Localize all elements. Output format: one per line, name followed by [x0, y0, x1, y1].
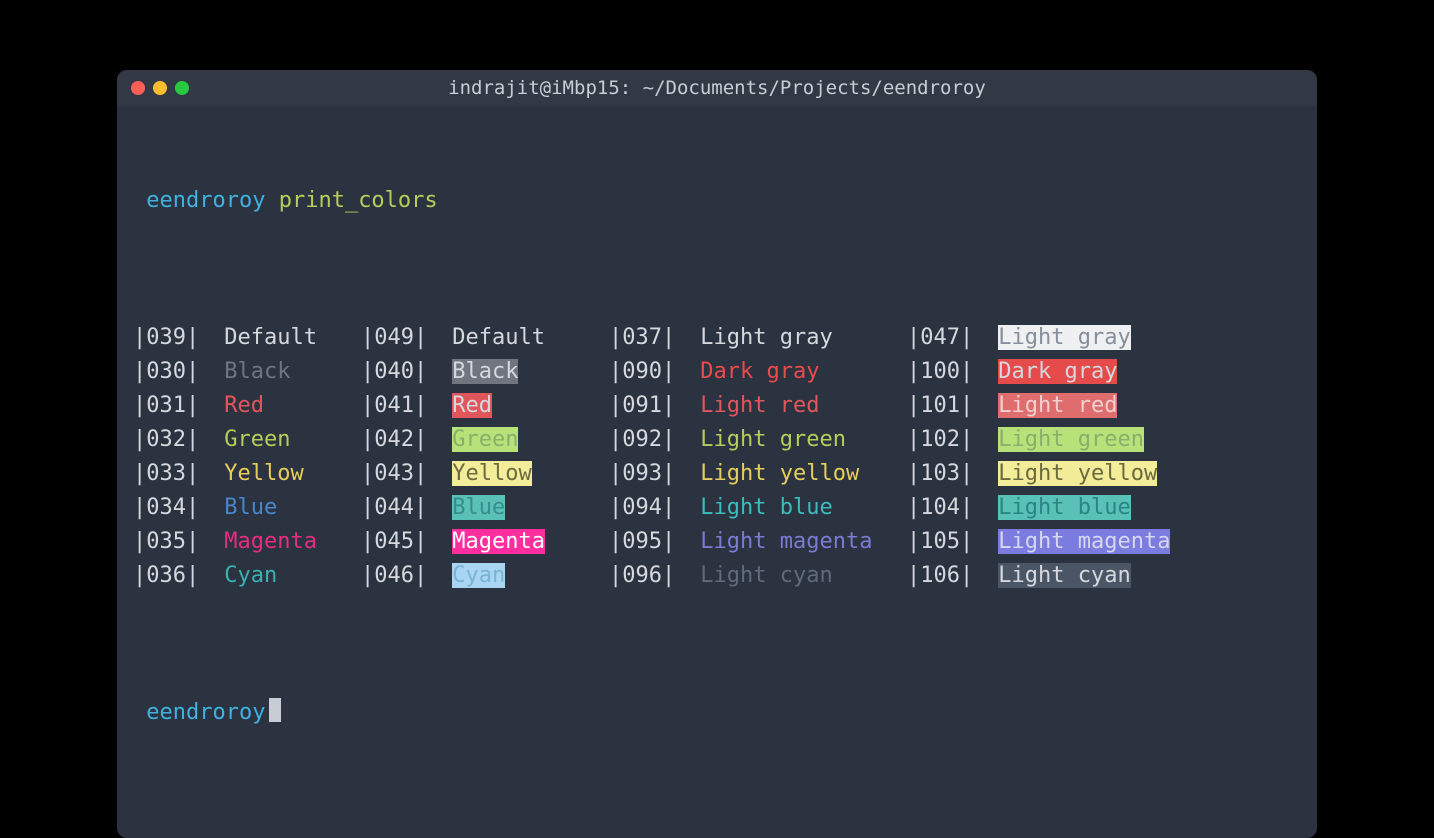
- color-name: Light cyan: [985, 559, 1301, 593]
- color-name: Green: [211, 423, 361, 457]
- traffic-lights: [131, 81, 189, 95]
- color-code: |096|: [609, 559, 687, 593]
- minimize-icon[interactable]: [153, 81, 167, 95]
- color-name: Light cyan: [687, 559, 907, 593]
- color-code: |092|: [609, 423, 687, 457]
- color-code: |043|: [361, 457, 439, 491]
- color-code: |106|: [907, 559, 985, 593]
- color-name: Cyan: [211, 559, 361, 593]
- color-name: Yellow: [211, 457, 361, 491]
- color-code: |035|: [133, 525, 211, 559]
- color-code: |046|: [361, 559, 439, 593]
- color-code: |047|: [907, 321, 985, 355]
- terminal-body[interactable]: eendroroy print_colors |039| Default|049…: [117, 106, 1317, 838]
- color-code: |030|: [133, 355, 211, 389]
- color-code: |042|: [361, 423, 439, 457]
- prompt-command: print_colors: [279, 188, 438, 213]
- color-name: Black: [439, 355, 609, 389]
- color-code: |103|: [907, 457, 985, 491]
- color-name: Red: [211, 389, 361, 423]
- color-name: Light magenta: [687, 525, 907, 559]
- color-name: Light yellow: [985, 457, 1301, 491]
- color-name: Blue: [439, 491, 609, 525]
- color-name: Light green: [985, 423, 1301, 457]
- color-code: |040|: [361, 355, 439, 389]
- cursor-icon: [269, 698, 281, 722]
- color-code: |091|: [609, 389, 687, 423]
- color-name: Light gray: [687, 321, 907, 355]
- color-name: Default: [211, 321, 361, 355]
- prompt-user: eendroroy: [146, 188, 265, 213]
- color-name: Green: [439, 423, 609, 457]
- color-code: |039|: [133, 321, 211, 355]
- color-name: Magenta: [211, 525, 361, 559]
- prompt-line-2: eendroroy: [133, 696, 1301, 730]
- close-icon[interactable]: [131, 81, 145, 95]
- color-code: |101|: [907, 389, 985, 423]
- color-name: Light red: [687, 389, 907, 423]
- color-code: |093|: [609, 457, 687, 491]
- color-code: |105|: [907, 525, 985, 559]
- color-code: |037|: [609, 321, 687, 355]
- color-name: Blue: [211, 491, 361, 525]
- color-code: |041|: [361, 389, 439, 423]
- color-name: Light magenta: [985, 525, 1301, 559]
- window-title: indrajit@iMbp15: ~/Documents/Projects/ee…: [117, 77, 1317, 99]
- color-name: Magenta: [439, 525, 609, 559]
- color-code: |036|: [133, 559, 211, 593]
- zoom-icon[interactable]: [175, 81, 189, 95]
- color-name: Yellow: [439, 457, 609, 491]
- color-name: Light blue: [985, 491, 1301, 525]
- color-code: |100|: [907, 355, 985, 389]
- color-name: Light gray: [985, 321, 1301, 355]
- color-name: Light green: [687, 423, 907, 457]
- color-grid: |039| Default|049| Default|037| Light gr…: [133, 321, 1301, 594]
- color-name: Red: [439, 389, 609, 423]
- color-code: |090|: [609, 355, 687, 389]
- color-name: Light red: [985, 389, 1301, 423]
- color-code: |033|: [133, 457, 211, 491]
- color-code: |031|: [133, 389, 211, 423]
- titlebar[interactable]: indrajit@iMbp15: ~/Documents/Projects/ee…: [117, 70, 1317, 106]
- color-code: |034|: [133, 491, 211, 525]
- color-name: Dark gray: [985, 355, 1301, 389]
- color-code: |045|: [361, 525, 439, 559]
- color-code: |095|: [609, 525, 687, 559]
- color-name: Dark gray: [687, 355, 907, 389]
- color-code: |049|: [361, 321, 439, 355]
- color-code: |032|: [133, 423, 211, 457]
- color-name: Black: [211, 355, 361, 389]
- prompt-line-1: eendroroy print_colors: [133, 184, 1301, 218]
- color-code: |102|: [907, 423, 985, 457]
- color-name: Light blue: [687, 491, 907, 525]
- terminal-window: indrajit@iMbp15: ~/Documents/Projects/ee…: [117, 70, 1317, 838]
- color-code: |094|: [609, 491, 687, 525]
- color-code: |104|: [907, 491, 985, 525]
- color-name: Cyan: [439, 559, 609, 593]
- prompt-user: eendroroy: [146, 700, 265, 725]
- color-name: Light yellow: [687, 457, 907, 491]
- color-code: |044|: [361, 491, 439, 525]
- color-name: Default: [439, 321, 609, 355]
